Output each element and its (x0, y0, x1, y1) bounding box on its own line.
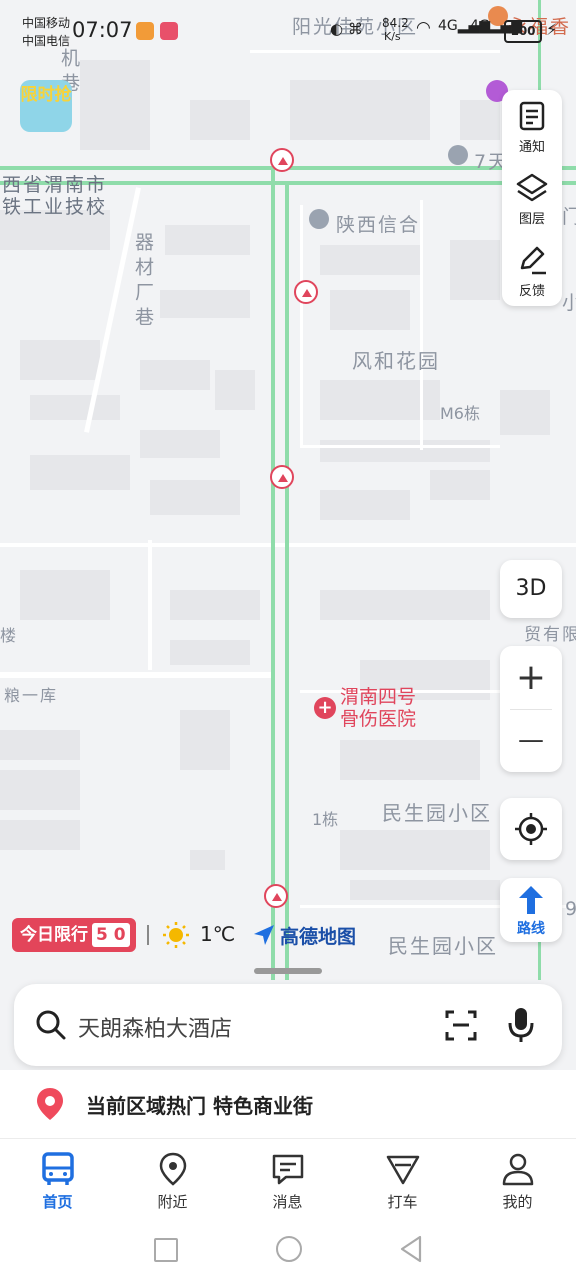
drag-handle[interactable] (254, 968, 322, 974)
zoom-out-button[interactable]: — (500, 709, 562, 772)
promo-badge[interactable]: 限时抢 (20, 80, 72, 132)
map-label-right-1: 小 (562, 292, 576, 314)
tab-messages[interactable]: 消息 (230, 1139, 345, 1219)
hot-area-banner[interactable]: 当前区域热门 特色商业街 (0, 1070, 576, 1138)
bottom-tab-bar: 首页 附近 消息 打车 我的 (0, 1138, 576, 1219)
sun-icon (163, 922, 189, 948)
charging-icon: ⚡ (546, 20, 558, 39)
3d-toggle-button[interactable]: 3D (500, 560, 562, 618)
tab-home[interactable]: 首页 (0, 1139, 115, 1219)
carrier-1: 中国移动 (22, 16, 71, 30)
search-input[interactable]: 天朗森柏大酒店 (78, 1011, 232, 1043)
app-notification-icon (136, 22, 154, 40)
wifi-icon: ◠ (416, 18, 431, 38)
tab-me-label: 我的 (502, 1193, 533, 1211)
road-work-icon[interactable] (270, 465, 294, 489)
amap-logo-icon (254, 925, 274, 945)
map-label-school-2: 铁工业技校 (2, 196, 108, 218)
clock: 07:07 (72, 18, 133, 42)
net-speed-value: 84.2 (382, 16, 409, 30)
map-label-building-1: 1栋 (312, 810, 339, 829)
search-bar[interactable]: 天朗森柏大酒店 (14, 984, 562, 1066)
map-label-garden: 风和花园 (352, 349, 440, 373)
route-button[interactable]: 路线 (500, 878, 562, 942)
route-arrow-icon (519, 886, 543, 914)
zoom-control: + — (500, 646, 562, 772)
hot-area-text: 当前区域热门 特色商业街 (86, 1094, 313, 1118)
locate-button[interactable] (500, 798, 562, 860)
tab-nearby[interactable]: 附近 (115, 1139, 230, 1219)
brand-name: 高德地图 (280, 926, 357, 948)
microphone-icon[interactable] (506, 1006, 536, 1044)
layers-label: 图层 (518, 212, 545, 227)
status-bar: 中国移动 中国电信 07:07 ◐ ⌘ 84.2 K/s ◠ 4G▂▄▆ 4G▂… (0, 0, 576, 60)
tab-taxi-label: 打车 (387, 1193, 418, 1211)
road-work-icon[interactable] (264, 884, 288, 908)
feedback-button[interactable]: 反馈 (502, 238, 562, 302)
map-label-right-2: 门 (562, 206, 576, 228)
map-toolbar: 通知 图层 反馈 (502, 90, 562, 306)
limit-numbers: 5 0 (92, 923, 130, 947)
back-button[interactable] (398, 1235, 424, 1263)
no-entry-icon[interactable] (294, 280, 318, 304)
map-label-community-2: 民生园小区 (388, 934, 498, 958)
map-label-community-1: 民生园小区 (382, 801, 492, 825)
message-icon (272, 1154, 304, 1185)
net-speed-unit: K/s (384, 30, 401, 43)
limit-label: 今日限行 (20, 925, 88, 945)
map-label-trade: 贸有限 (524, 625, 576, 645)
hotel-icon[interactable] (448, 145, 468, 165)
location-pin-icon (37, 1088, 63, 1120)
notify-label: 通知 (518, 140, 545, 155)
search-icon (36, 1010, 66, 1040)
battery-icon: 100 (504, 20, 542, 43)
app-notification-icon (160, 22, 178, 40)
divider (147, 925, 149, 945)
layers-button[interactable]: 图层 (502, 166, 562, 230)
hospital-icon[interactable]: + (314, 697, 336, 719)
nfc-icon: ◐ ⌘ (330, 20, 363, 38)
home-button[interactable] (276, 1236, 302, 1262)
crosshair-icon (515, 813, 547, 845)
temperature: 1℃ (200, 922, 236, 946)
traffic-limit-badge[interactable]: 今日限行 5 0 (12, 918, 136, 952)
layers-icon (516, 173, 548, 202)
location-pin-icon (159, 1152, 187, 1186)
tab-taxi[interactable]: 打车 (345, 1139, 460, 1219)
scan-icon[interactable] (444, 1008, 478, 1042)
road-work-icon[interactable] (270, 148, 294, 172)
map-label-credit-union: 陕西信合 (336, 214, 421, 236)
system-nav-bar (0, 1218, 576, 1280)
tab-nearby-label: 附近 (157, 1193, 188, 1211)
recent-apps-button[interactable] (154, 1238, 178, 1262)
map-label-alley: 器材厂巷 (132, 232, 154, 332)
notify-button[interactable]: 通知 (502, 94, 562, 158)
feedback-label: 反馈 (518, 284, 545, 299)
route-label: 路线 (517, 921, 545, 937)
notification-icon (519, 101, 545, 131)
taxi-icon (386, 1155, 420, 1185)
edit-icon (520, 246, 546, 275)
bus-icon (42, 1152, 74, 1185)
user-icon (502, 1153, 534, 1186)
map-label-hospital-1[interactable]: 渭南四号 (340, 686, 416, 708)
zoom-in-button[interactable]: + (500, 646, 562, 709)
map-label-lou: 楼 (0, 626, 19, 645)
map-label-grain: 粮一库 (4, 686, 59, 705)
carrier-2: 中国电信 (22, 34, 71, 48)
map-label-m6: M6栋 (440, 404, 480, 423)
map-label-hospital-2[interactable]: 骨伤医院 (340, 708, 416, 730)
tab-messages-label: 消息 (272, 1193, 303, 1211)
bank-icon[interactable] (309, 209, 329, 229)
tab-me[interactable]: 我的 (460, 1139, 575, 1219)
tab-home-label: 首页 (42, 1193, 73, 1211)
map-label-right-3: 9 (565, 898, 576, 920)
